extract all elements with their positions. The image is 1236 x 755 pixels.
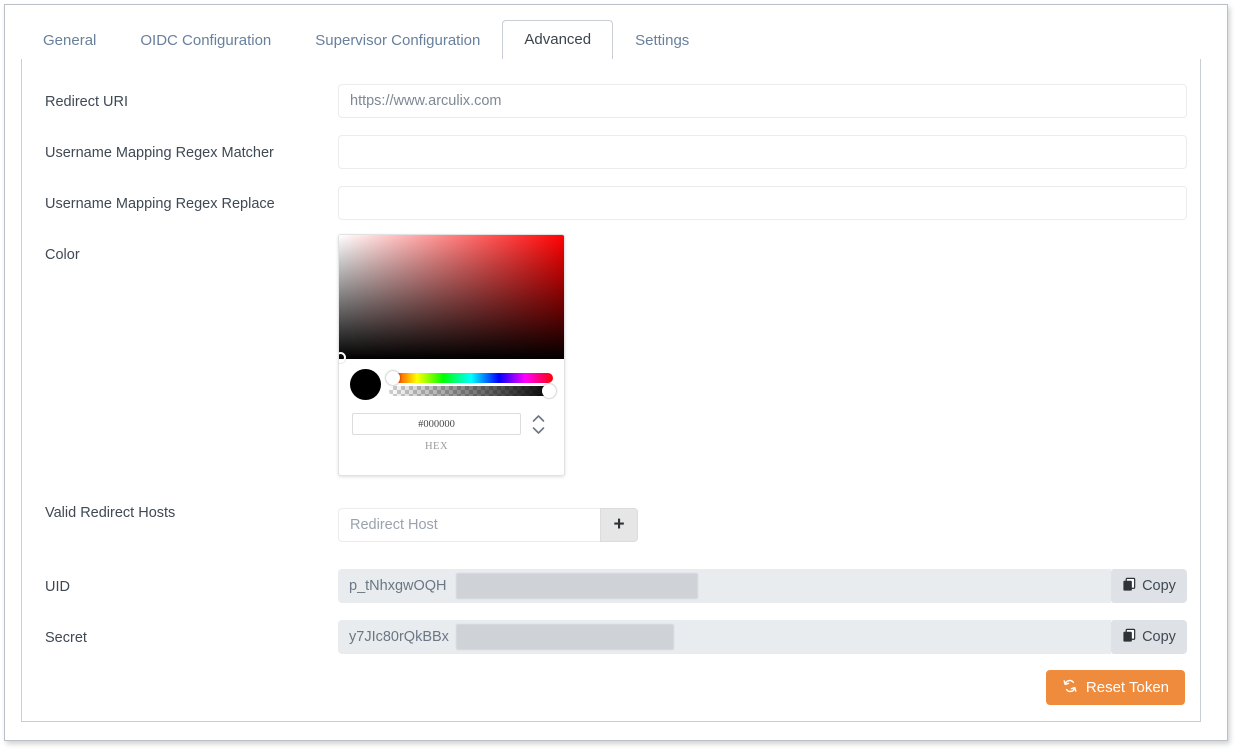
username-regex-matcher-label: Username Mapping Regex Matcher — [45, 145, 274, 161]
color-sliders — [386, 370, 556, 399]
hex-format-label: HEX — [424, 441, 449, 452]
username-regex-matcher-input[interactable] — [338, 135, 1187, 169]
uid-value[interactable]: p_tNhxgwOQH — [338, 569, 1111, 603]
uid-value-text: p_tNhxgwOQH — [349, 578, 447, 594]
secret-value-text: y7JIc80rQkBBx — [349, 629, 449, 645]
settings-window: General OIDC Configuration Supervisor Co… — [4, 4, 1228, 741]
copy-icon — [1122, 577, 1137, 596]
username-regex-replace-input[interactable] — [338, 186, 1187, 220]
tab-general[interactable]: General — [21, 21, 118, 60]
hue-slider-handle[interactable] — [386, 371, 400, 385]
secret-copy-button[interactable]: Copy — [1111, 620, 1187, 654]
add-redirect-host-button[interactable]: + — [600, 508, 638, 542]
color-picker[interactable]: HEX — [338, 234, 565, 476]
color-picker-controls: HEX — [339, 359, 564, 452]
secret-label: Secret — [45, 630, 87, 646]
tab-bar: General OIDC Configuration Supervisor Co… — [21, 20, 1201, 60]
chevron-up-icon[interactable] — [532, 414, 545, 423]
chevron-down-icon[interactable] — [532, 426, 545, 435]
tab-supervisor-configuration[interactable]: Supervisor Configuration — [293, 21, 502, 60]
hex-input[interactable] — [352, 413, 521, 435]
color-slider-area — [350, 369, 556, 400]
uid-redaction-overlay — [456, 573, 698, 599]
uid-copy-button[interactable]: Copy — [1111, 569, 1187, 603]
secret-redaction-overlay — [456, 624, 674, 650]
color-preview-swatch — [350, 369, 381, 400]
redirect-uri-label: Redirect URI — [45, 94, 128, 110]
valid-redirect-hosts-label: Valid Redirect Hosts — [45, 505, 176, 521]
hue-slider[interactable] — [386, 371, 553, 385]
secret-value[interactable]: y7JIc80rQkBBx — [338, 620, 1111, 654]
reset-token-button[interactable]: Reset Token — [1045, 670, 1185, 705]
tab-advanced[interactable]: Advanced — [502, 20, 614, 60]
uid-copy-label: Copy — [1142, 578, 1176, 594]
uid-field-group: p_tNhxgwOQH Copy — [338, 569, 1187, 603]
tab-settings[interactable]: Settings — [613, 21, 711, 60]
advanced-settings-panel: Redirect URI Username Mapping Regex Matc… — [21, 59, 1201, 722]
uid-label: UID — [45, 579, 70, 595]
copy-icon — [1122, 628, 1137, 647]
secret-field-group: y7JIc80rQkBBx Copy — [338, 620, 1187, 654]
saturation-value-square[interactable] — [339, 235, 564, 363]
alpha-slider-handle[interactable] — [542, 384, 556, 398]
hex-area: HEX — [350, 400, 553, 452]
username-regex-replace-label: Username Mapping Regex Replace — [45, 196, 275, 212]
color-label: Color — [45, 247, 80, 263]
color-format-stepper[interactable] — [525, 413, 551, 435]
secret-copy-label: Copy — [1142, 629, 1176, 645]
refresh-icon — [1062, 678, 1078, 698]
tab-oidc-configuration[interactable]: OIDC Configuration — [118, 21, 293, 60]
redirect-host-input[interactable] — [338, 508, 600, 542]
redirect-host-input-group: + — [338, 508, 638, 542]
redirect-uri-input[interactable] — [338, 84, 1187, 118]
hex-field-wrap: HEX — [352, 413, 521, 452]
alpha-slider[interactable] — [389, 384, 556, 398]
reset-token-label: Reset Token — [1085, 679, 1169, 696]
